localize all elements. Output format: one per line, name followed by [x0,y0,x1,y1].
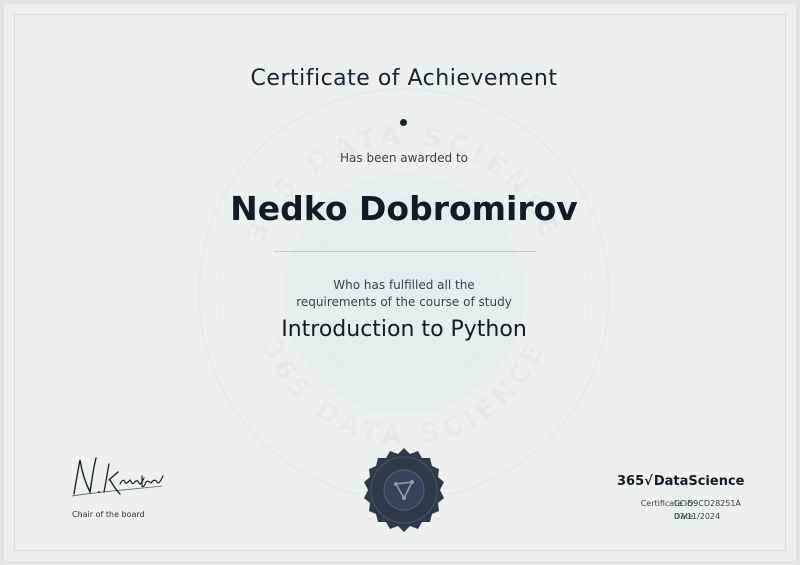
name-underline [274,251,536,252]
certificate-title: Certificate of Achievement [250,66,558,91]
meta-values: CC-59CD28251A 07/11/2024 [674,497,741,523]
recipient-name: Nedko Dobromirov [230,189,578,228]
fulfilled-line-2: requirements of the course of study [296,295,512,309]
divider-dot [400,119,407,126]
seal-badge [364,448,444,532]
brand-radical-icon: √ [644,474,653,489]
certificate-id-value: CC-59CD28251A [674,499,741,508]
awarded-text: Has been awarded to [340,151,468,165]
brand-logo: 365 √ DataScience [617,474,744,489]
certificate: 365 DATA SCIENCE 365 DATA SCIENCE Certif… [0,0,800,565]
signature [71,457,164,497]
fulfilled-line-1: Who has fulfilled all the [333,278,475,292]
fulfilled-text: Who has fulfilled all the requirements o… [4,277,796,311]
date-value: 07/11/2024 [674,512,721,521]
signature-role: Chair of the board [72,510,145,519]
brand-name: DataScience [653,474,745,489]
brand-number: 365 [617,474,645,489]
course-name: Introduction to Python [281,317,527,342]
